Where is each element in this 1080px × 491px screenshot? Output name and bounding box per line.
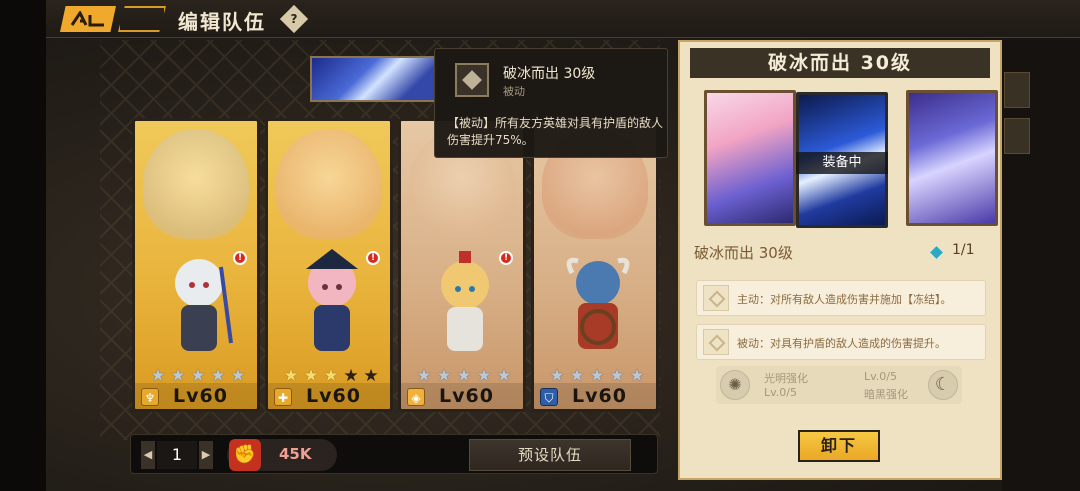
light-enhance-level: Lv.0/5 bbox=[764, 386, 797, 399]
side-tab[interactable] bbox=[1004, 118, 1030, 154]
screen-left-rim bbox=[0, 0, 46, 491]
prev-team-button[interactable]: ◀ bbox=[141, 441, 155, 469]
power-value: 45K bbox=[279, 445, 312, 463]
hero-chibi-avatar bbox=[566, 257, 630, 349]
relic-name: 破冰而出 30级 bbox=[694, 244, 793, 262]
fist-icon: ✊ bbox=[229, 439, 261, 471]
equipped-badge: 装备中 bbox=[796, 152, 888, 174]
preset-team-button[interactable]: 预设队伍 bbox=[469, 439, 631, 471]
hero-level: Lv60 bbox=[439, 385, 494, 407]
passive-skill-row: 被动：对具有护盾的敌人造成的伤害提升。 bbox=[696, 324, 986, 360]
guard-class-icon: ⛉ bbox=[540, 388, 558, 406]
dark-enhance-label: 暗黑强化 bbox=[864, 388, 908, 401]
panel-title-bar: 破冰而出 30级 bbox=[690, 48, 990, 78]
relic-card-left[interactable] bbox=[704, 90, 796, 226]
relic-detail-panel: 破冰而出 30级 装备中 破冰而出 30级 1/1 主动：对所有敌人造成伤害并施… bbox=[678, 40, 1002, 480]
hero-card-1[interactable]: ! ★ ★ ★ ★ ★ ♆ Lv60 bbox=[132, 118, 260, 412]
hero-card-2[interactable]: ! ★ ★ ★ ★ ★ ✚ Lv60 bbox=[265, 118, 393, 412]
active-skill-text: 主动：对所有敌人造成伤害并施加【冻结】。 bbox=[737, 293, 952, 306]
alert-badge-icon: ! bbox=[233, 251, 247, 265]
dark-enhance-icon[interactable] bbox=[928, 370, 958, 400]
hero-level: Lv60 bbox=[173, 385, 228, 407]
passive-skill-icon bbox=[455, 63, 489, 97]
passive-skill-icon bbox=[703, 329, 729, 355]
staff-class-icon: ♆ bbox=[141, 388, 159, 406]
hero-card-4[interactable]: ★ ★ ★ ★ ★ ⛉ Lv60 bbox=[531, 118, 659, 412]
alert-badge-icon: ! bbox=[499, 251, 513, 265]
help-icon[interactable]: ? bbox=[279, 4, 309, 34]
light-enhance-label: 光明强化 bbox=[764, 372, 808, 385]
tooltip-title: 破冰而出 30级 bbox=[503, 66, 596, 82]
hero-chibi-avatar bbox=[441, 251, 489, 351]
shield-class-icon: ◈ bbox=[407, 388, 425, 406]
hero-card-3[interactable]: ! ★ ★ ★ ★ ★ ◈ Lv60 bbox=[398, 118, 526, 412]
tooltip-type: 被动 bbox=[503, 85, 525, 98]
hero-portrait bbox=[276, 129, 382, 239]
help-glyph: ? bbox=[290, 12, 298, 26]
relic-tooltip: 破冰而出 30级 被动 【被动】所有友方英雄对具有护盾的敌人伤害提升75%。 bbox=[434, 48, 668, 158]
back-arrow-icon bbox=[70, 11, 104, 27]
diamond-icon bbox=[930, 246, 943, 259]
hero-level: Lv60 bbox=[572, 385, 627, 407]
relic-count: 1/1 bbox=[952, 242, 975, 258]
hero-level: Lv60 bbox=[306, 385, 361, 407]
side-tab[interactable] bbox=[1004, 72, 1030, 108]
relic-slot-thumbnail[interactable] bbox=[310, 56, 436, 102]
active-skill-icon bbox=[703, 285, 729, 311]
back-button[interactable] bbox=[60, 6, 116, 32]
team-power: ✊ 45K bbox=[227, 439, 337, 471]
page-title: 编辑队伍 bbox=[178, 10, 266, 34]
tooltip-description: 【被动】所有友方英雄对具有护盾的敌人伤害提升75%。 bbox=[447, 116, 664, 147]
enhance-box: 光明强化 Lv.0/5 Lv.0/5 暗黑强化 bbox=[716, 366, 962, 404]
team-bar: ◀ 1 ▶ ✊ 45K 预设队伍 bbox=[130, 434, 658, 474]
hero-portrait bbox=[143, 129, 249, 239]
cross-class-icon: ✚ bbox=[274, 388, 292, 406]
light-enhance-icon[interactable] bbox=[720, 370, 750, 400]
relic-card-right[interactable] bbox=[906, 90, 998, 226]
passive-skill-text: 被动：对具有护盾的敌人造成的伤害提升。 bbox=[737, 337, 946, 350]
team-number: 1 bbox=[157, 441, 197, 469]
hero-chibi-avatar bbox=[175, 259, 233, 351]
panel-title: 破冰而出 30级 bbox=[767, 52, 913, 74]
alert-badge-icon: ! bbox=[366, 251, 380, 265]
next-team-button[interactable]: ▶ bbox=[199, 441, 213, 469]
unequip-button[interactable]: 卸下 bbox=[798, 430, 880, 462]
header-decoration bbox=[118, 6, 166, 32]
active-skill-row: 主动：对所有敌人造成伤害并施加【冻结】。 bbox=[696, 280, 986, 316]
dark-enhance-level: Lv.0/5 bbox=[864, 370, 897, 383]
hero-chibi-avatar bbox=[306, 249, 358, 351]
